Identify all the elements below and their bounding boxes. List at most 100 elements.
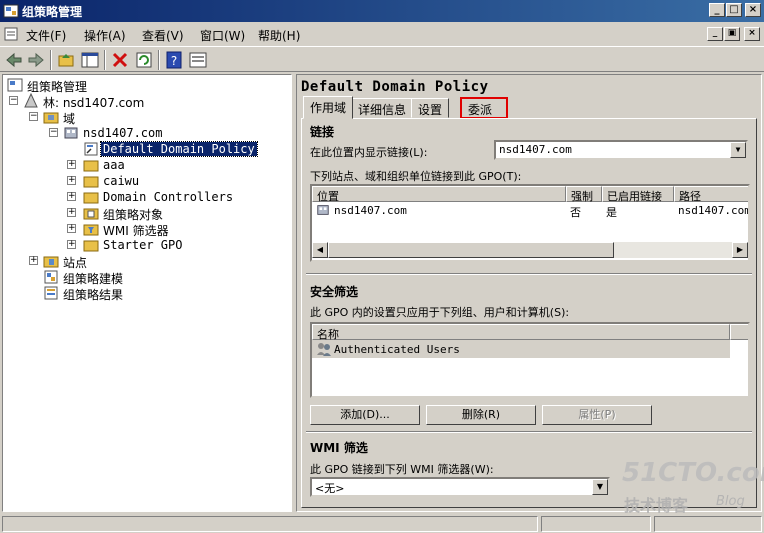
toolbar-separator (158, 50, 160, 70)
column-location[interactable]: 位置 (312, 186, 566, 203)
column-enforced[interactable]: 强制 (566, 186, 602, 203)
results-icon (44, 286, 58, 300)
watermark-brand: 51CTO.com (622, 458, 764, 488)
column-filler (730, 324, 748, 340)
expand-icon[interactable]: + (67, 192, 76, 201)
wmi-filtering-label: 此 GPO 链接到下列 WMI 筛选器(W): (310, 463, 494, 476)
mdi-restore-button[interactable]: ▣ (724, 27, 740, 41)
tab-settings[interactable]: 设置 (411, 98, 450, 118)
list-item[interactable]: Authenticated Users (312, 340, 730, 358)
watermark-suffix: Blog (716, 494, 745, 509)
group-policy-icon (7, 78, 23, 92)
menu-file[interactable]: 文件(F) (26, 27, 66, 44)
delete-icon[interactable] (110, 50, 130, 70)
tree-item-starter-gpo[interactable]: + Starter GPO (67, 237, 267, 253)
back-arrow-icon[interactable] (4, 50, 24, 70)
tree-item-modeling[interactable]: 组策略建模 (43, 269, 243, 286)
links-location-select[interactable]: nsd1407.com ▼ (494, 140, 748, 160)
tree-item-gpo-objects[interactable]: + 组策略对象 (67, 205, 267, 222)
links-horizontal-scrollbar[interactable]: ◀ ▶ (312, 242, 748, 258)
collapse-icon[interactable]: − (9, 96, 18, 105)
tree-label: 组策略结果 (63, 288, 124, 302)
add-button[interactable]: 添加(D)... (310, 405, 420, 425)
links-location-value: nsd1407.com (499, 143, 572, 156)
group-policy-app-icon (3, 4, 19, 18)
menu-view[interactable]: 查看(V) (142, 27, 184, 44)
scroll-left-icon[interactable]: ◀ (312, 242, 328, 258)
domain-icon (317, 205, 329, 215)
status-panel-right (654, 516, 762, 532)
tab-scope[interactable]: 作用域 (303, 96, 354, 119)
expand-icon[interactable]: + (67, 176, 76, 185)
window-title: 组策略管理 (22, 5, 83, 19)
wmi-filter-value: <无> (315, 482, 345, 495)
properties-icon[interactable] (188, 50, 208, 70)
expand-icon[interactable]: + (67, 224, 76, 233)
dropdown-arrow-icon[interactable]: ▼ (730, 142, 746, 158)
menu-help[interactable]: 帮助(H) (258, 27, 300, 44)
refresh-icon[interactable] (134, 50, 154, 70)
gpo-folder-icon (83, 208, 99, 220)
scrollbar-thumb[interactable] (328, 242, 614, 258)
minimize-button[interactable]: _ (709, 3, 725, 17)
column-name[interactable]: 名称 (312, 324, 730, 341)
tab-delegation[interactable]: 委派 (460, 97, 508, 119)
tree-item-results[interactable]: 组策略结果 (43, 285, 243, 302)
collapse-icon[interactable]: − (49, 128, 58, 137)
cell-enforced: 否 (570, 206, 581, 219)
title-bar: 组策略管理 _ □ × (0, 0, 764, 22)
tree-item-domain[interactable]: − nsd1407.com (49, 125, 269, 141)
tree-label: nsd1407.com (83, 126, 163, 140)
watermark-tagline: 技术博客 (624, 496, 689, 515)
remove-button[interactable]: 删除(R) (426, 405, 536, 425)
wmi-filter-icon (83, 224, 99, 236)
cell-link-enabled: 是 (606, 206, 617, 219)
cell-location: nsd1407.com (334, 204, 407, 217)
table-row[interactable]: nsd1407.com 否 是 nsd1407.com (312, 202, 748, 219)
sites-folder-icon (43, 256, 59, 268)
tree-label: Domain Controllers (103, 190, 234, 204)
wmi-filter-select[interactable]: <无> ▼ (310, 477, 610, 497)
help-icon[interactable]: ? (164, 50, 184, 70)
toolbar: ? (0, 46, 764, 72)
expand-icon[interactable]: + (67, 160, 76, 169)
expand-icon[interactable]: + (67, 208, 76, 217)
tree-item-aaa[interactable]: + aaa (67, 157, 267, 173)
ou-folder-icon (83, 176, 99, 188)
menu-action[interactable]: 操作(A) (84, 27, 126, 44)
forward-arrow-icon[interactable] (26, 50, 46, 70)
tree-item-caiwu[interactable]: + caiwu (67, 173, 267, 189)
close-button[interactable]: × (745, 3, 761, 17)
mdi-close-button[interactable]: × (744, 27, 760, 41)
mdi-minimize-button[interactable]: _ (707, 27, 723, 41)
expand-icon[interactable]: + (67, 240, 76, 249)
column-path[interactable]: 路径 (674, 186, 748, 203)
details-pane: Default Domain Policy 作用域 详细信息 设置 委派 链接 … (296, 74, 762, 512)
tree-item-sites[interactable]: + 站点 (29, 253, 229, 270)
menu-window[interactable]: 窗口(W) (200, 27, 245, 44)
tree-item-forest[interactable]: − 林: nsd1407.com (9, 93, 209, 110)
console-tree[interactable]: 组策略管理 − 林: nsd1407.com − 域 − nsd1407.com (2, 74, 292, 512)
status-bar (0, 514, 764, 533)
tree-item-domains[interactable]: − 域 (29, 109, 229, 126)
show-hide-tree-icon[interactable] (80, 50, 100, 70)
security-filtering-list[interactable]: 名称 Authenticated Users (310, 322, 750, 398)
links-list[interactable]: 位置 强制 已启用链接 路径 nsd1407.com 否 是 nsd1407.c… (310, 184, 750, 262)
scroll-right-icon[interactable]: ▶ (732, 242, 748, 258)
ou-folder-icon (83, 160, 99, 172)
expand-icon[interactable]: + (29, 256, 38, 265)
collapse-icon[interactable]: − (29, 112, 38, 121)
tree-item-wmi-filters[interactable]: + WMI 筛选器 (67, 221, 267, 238)
menu-bar: 文件(F) 操作(A) 查看(V) 窗口(W) 帮助(H) _ ▣ × (0, 23, 764, 45)
dropdown-arrow-icon[interactable]: ▼ (592, 479, 608, 495)
document-icon (4, 27, 18, 41)
users-group-icon (317, 343, 331, 356)
tab-details[interactable]: 详细信息 (351, 98, 414, 118)
maximize-button[interactable]: □ (726, 3, 742, 17)
properties-button[interactable]: 属性(P) (542, 405, 652, 425)
tree-item-default-domain-policy[interactable]: Default Domain Policy (83, 141, 291, 157)
gpo-link-icon (84, 142, 98, 156)
tree-item-domain-controllers[interactable]: + Domain Controllers (67, 189, 287, 205)
column-link-enabled[interactable]: 已启用链接 (602, 186, 674, 203)
up-folder-icon[interactable] (56, 50, 76, 70)
